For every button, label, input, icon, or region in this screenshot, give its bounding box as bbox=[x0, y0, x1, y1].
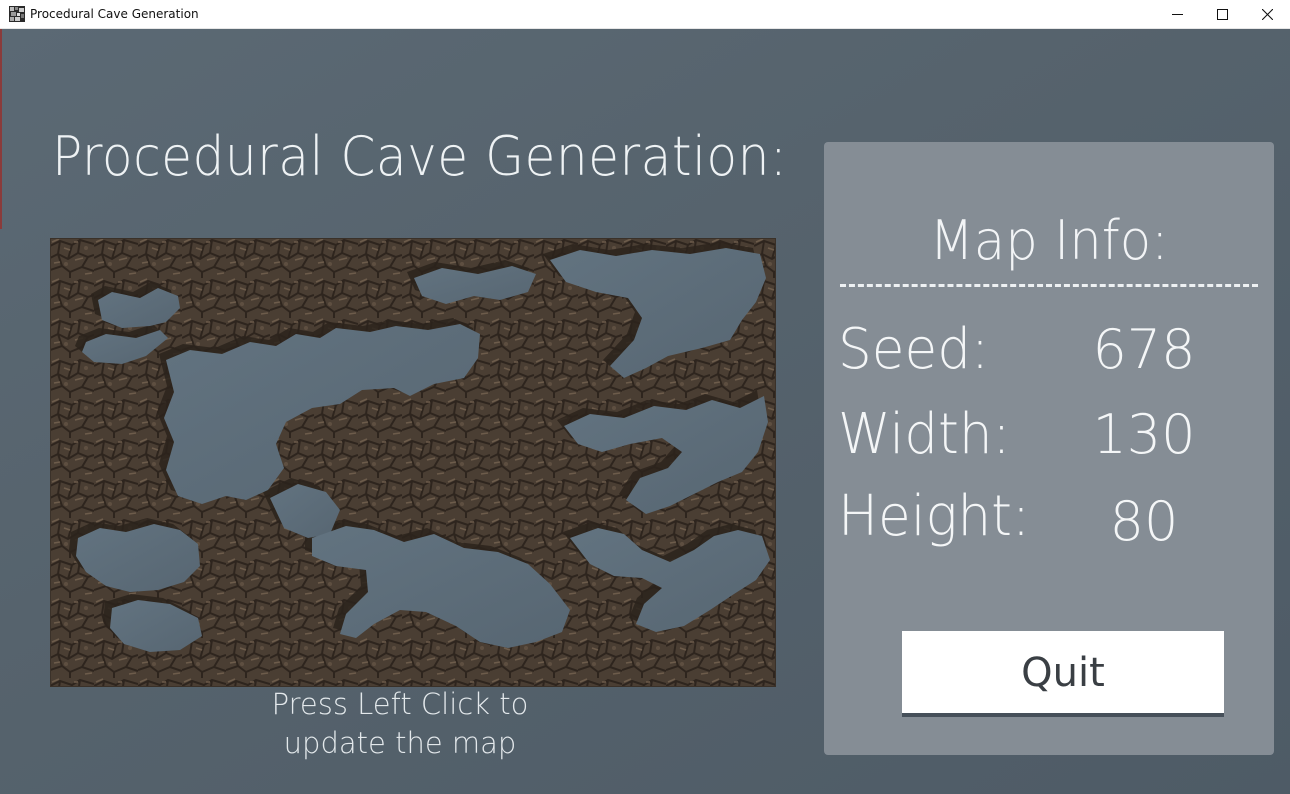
minimize-icon bbox=[1172, 14, 1183, 15]
quit-button-label: Quit bbox=[1021, 650, 1105, 696]
seed-value: 678 bbox=[1092, 318, 1196, 381]
width-value: 130 bbox=[1092, 403, 1196, 466]
panel-divider bbox=[840, 284, 1258, 287]
title-bar[interactable]: Procedural Cave Generation bbox=[0, 0, 1290, 29]
seed-label: Seed: bbox=[838, 317, 989, 382]
cave-map-render[interactable] bbox=[50, 238, 776, 687]
quit-button[interactable]: Quit bbox=[902, 631, 1224, 717]
cave-map[interactable] bbox=[50, 238, 776, 687]
minimize-button[interactable] bbox=[1154, 0, 1200, 28]
hint-line-2: update the map bbox=[283, 726, 517, 760]
height-value: 80 bbox=[1109, 490, 1179, 553]
app-window: Procedural Cave Generation Procedural Ca… bbox=[0, 0, 1290, 794]
map-info-panel: Map Info: Seed: 678 Width: 130 Height: 8… bbox=[824, 142, 1274, 755]
update-map-hint: Press Left Click to update the map bbox=[200, 685, 600, 763]
height-label: Height: bbox=[838, 484, 1030, 549]
maximize-icon bbox=[1217, 9, 1228, 20]
game-view[interactable]: Procedural Cave Generation: Press Left C… bbox=[0, 29, 1290, 794]
window-title: Procedural Cave Generation bbox=[30, 7, 199, 21]
width-label: Width: bbox=[838, 402, 1011, 467]
hint-line-1: Press Left Click to bbox=[271, 687, 529, 721]
window-edge-accent bbox=[0, 29, 2, 229]
cave-map-app-icon bbox=[9, 6, 25, 22]
close-icon bbox=[1262, 9, 1273, 20]
close-button[interactable] bbox=[1244, 0, 1290, 28]
page-title: Procedural Cave Generation: bbox=[52, 125, 788, 188]
map-info-title: Map Info: bbox=[929, 209, 1169, 272]
maximize-button[interactable] bbox=[1199, 0, 1245, 28]
